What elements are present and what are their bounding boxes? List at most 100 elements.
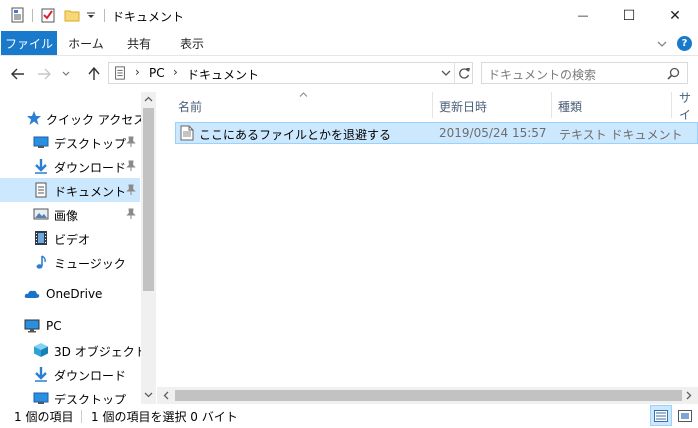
help-icon[interactable]: ?: [677, 36, 692, 51]
tab-share[interactable]: 共有: [114, 31, 164, 55]
back-button[interactable]: [8, 64, 28, 84]
nav-item-pictures[interactable]: 画像: [0, 202, 140, 226]
ribbon-expand-icon[interactable]: [656, 39, 668, 49]
nav-item-music[interactable]: ミュージック: [0, 250, 140, 274]
search-input[interactable]: ドキュメントの検索: [488, 66, 596, 83]
address-bar[interactable]: › PC › ドキュメント: [108, 62, 473, 84]
close-button[interactable]: ✕: [652, 0, 698, 31]
nav-label: ダウンロード: [54, 369, 127, 383]
scroll-down-icon[interactable]: [144, 392, 153, 398]
nav-label: デスクトップ: [54, 393, 127, 404]
nav-item-videos[interactable]: ビデオ: [0, 226, 140, 250]
checklist-icon[interactable]: [40, 7, 56, 23]
column-divider[interactable]: [432, 92, 433, 118]
scroll-right-icon[interactable]: [686, 391, 692, 400]
address-dropdown-icon[interactable]: [441, 70, 451, 77]
pin-icon[interactable]: [126, 208, 136, 220]
crumb-separator: ›: [173, 65, 178, 79]
nav-item-quick-access[interactable]: クイック アクセス: [0, 106, 145, 130]
nav-item-desktop[interactable]: デスクトップ: [0, 130, 140, 154]
qa-dropdown-icon[interactable]: [86, 7, 96, 23]
details-view-button[interactable]: [650, 405, 672, 426]
search-box[interactable]: ドキュメントの検索: [481, 62, 688, 84]
forward-button[interactable]: [34, 64, 54, 84]
nav-label: デスクトップ: [54, 137, 127, 151]
desktop-icon: [33, 392, 49, 404]
column-divider[interactable]: [551, 92, 552, 118]
ribbon-tabs: ファイル ホーム 共有 表示 ?: [0, 31, 698, 56]
horizontal-scroll-thumb[interactable]: [175, 390, 682, 401]
pin-icon[interactable]: [126, 136, 136, 148]
column-header-size[interactable]: サイ: [679, 91, 698, 122]
star-icon: [27, 111, 41, 125]
up-button[interactable]: [84, 64, 104, 84]
column-header-modified[interactable]: 更新日時: [439, 95, 487, 117]
nav-scroll-thumb[interactable]: [143, 108, 154, 291]
qa-separator: [32, 9, 33, 22]
address-row: › PC › ドキュメント ドキュメントの検索: [0, 56, 698, 92]
nav-label: 3D オブジェクト: [54, 345, 147, 359]
new-folder-icon[interactable]: [64, 7, 80, 23]
download-icon: [35, 159, 47, 174]
nav-item-3d-objects[interactable]: 3D オブジェクト: [0, 338, 147, 362]
pin-icon[interactable]: [126, 184, 136, 196]
nav-label: PC: [46, 319, 62, 333]
crumb-documents[interactable]: ドキュメント: [187, 66, 259, 83]
properties-icon[interactable]: [10, 7, 26, 23]
maximize-icon: ☐: [622, 7, 636, 24]
maximize-button[interactable]: ☐: [606, 0, 652, 31]
column-header-name[interactable]: 名前: [178, 95, 202, 117]
minimize-icon: —: [577, 9, 589, 22]
picture-icon: [33, 208, 49, 220]
pin-icon[interactable]: [126, 160, 136, 172]
desktop-icon: [33, 136, 49, 148]
nav-item-pc[interactable]: PC: [0, 314, 140, 338]
large-icons-view-button[interactable]: [674, 405, 696, 426]
cube-icon: [34, 343, 48, 357]
close-icon: ✕: [669, 7, 681, 24]
sort-ascending-icon: [299, 92, 308, 97]
up-arrow-icon: [88, 67, 100, 80]
nav-item-onedrive[interactable]: OneDrive: [0, 282, 140, 306]
nav-label: OneDrive: [46, 287, 103, 301]
scroll-up-icon[interactable]: [144, 96, 153, 102]
status-selection: 1 個の項目を選択 0 バイト: [91, 410, 238, 424]
text-file-icon: [180, 125, 194, 141]
scroll-left-icon[interactable]: [163, 391, 169, 400]
document-icon: [35, 182, 47, 198]
download-icon: [35, 367, 47, 382]
nav-label: ドキュメント: [54, 185, 127, 199]
address-divider: [454, 63, 455, 83]
status-item-count: 1 個の項目: [14, 410, 74, 424]
file-type: テキスト ドキュメント: [559, 128, 683, 142]
nav-item-downloads[interactable]: ダウンロード: [0, 154, 140, 178]
column-header-type[interactable]: 種類: [558, 95, 582, 117]
nav-item-documents[interactable]: ドキュメント: [0, 178, 140, 202]
nav-item-pc-downloads[interactable]: ダウンロード: [0, 362, 140, 386]
recent-locations-button[interactable]: [60, 64, 72, 84]
music-icon: [36, 255, 46, 269]
details-view-icon: [654, 409, 668, 422]
refresh-icon[interactable]: [458, 66, 471, 80]
nav-label: ダウンロード: [54, 161, 127, 175]
nav-label: ビデオ: [54, 233, 91, 247]
crumb-pc[interactable]: PC: [149, 66, 165, 80]
large-icons-view-icon: [678, 409, 692, 422]
status-separator: [81, 410, 82, 423]
status-bar: 1 個の項目 1 個の項目を選択 0 バイト: [0, 404, 698, 428]
title-bar: ドキュメント — ☐ ✕: [0, 0, 698, 31]
tab-home[interactable]: ホーム: [60, 31, 112, 55]
nav-item-pc-desktop[interactable]: デスクトップ: [0, 386, 140, 404]
crumb-separator: ›: [135, 65, 140, 79]
qa-separator: [104, 9, 105, 22]
file-row[interactable]: ここにあるファイルとかを退避する 2019/05/24 15:57 テキスト ド…: [175, 122, 698, 144]
tab-view[interactable]: 表示: [166, 31, 218, 55]
column-divider[interactable]: [671, 92, 672, 118]
video-icon: [35, 231, 47, 245]
minimize-button[interactable]: —: [560, 0, 606, 31]
file-modified: 2019/05/24 15:57: [439, 126, 547, 140]
search-icon[interactable]: [667, 67, 680, 80]
file-name: ここにあるファイルとかを退避する: [199, 128, 392, 142]
tab-file[interactable]: ファイル: [1, 31, 57, 55]
nav-label: 画像: [54, 209, 79, 223]
